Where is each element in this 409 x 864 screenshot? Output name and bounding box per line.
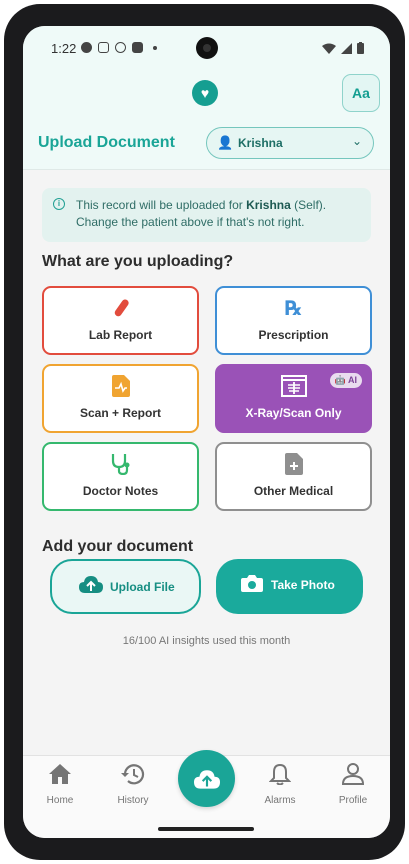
card-doctor-notes[interactable]: Doctor Notes <box>42 442 199 511</box>
card-label: Doctor Notes <box>82 484 159 498</box>
card-label: Prescription <box>258 328 329 342</box>
card-prescription[interactable]: ℞ Prescription <box>215 286 372 355</box>
rx-icon: ℞ <box>284 298 303 320</box>
info-patient-name: Krishna <box>246 198 291 212</box>
patient-name: Krishna <box>238 136 283 150</box>
test-tube-icon <box>44 297 197 325</box>
status-bar: 1:22 <box>23 26 390 72</box>
home-indicator[interactable] <box>158 827 254 831</box>
font-size-button[interactable]: Aa <box>342 74 380 112</box>
info-icon: i <box>53 198 65 210</box>
more-notifications-icon <box>153 45 157 50</box>
page-title: Upload Document <box>38 134 175 151</box>
signal-icon <box>341 42 352 54</box>
card-label: Scan + Report <box>79 406 162 420</box>
user-icon <box>323 763 383 792</box>
patient-selector[interactable]: 👤 Krishna ⌄ <box>206 127 374 159</box>
wifi-icon <box>322 43 336 54</box>
camera-icon <box>241 574 263 597</box>
volume-button <box>400 174 405 232</box>
battery-icon <box>357 42 364 54</box>
cloud-upload-icon <box>79 576 103 599</box>
add-document-title: Add your document <box>42 538 194 555</box>
app-screen: 1:22 ♥ Aa Upload Document 👤 Krishna ⌄ i … <box>23 26 390 838</box>
card-other-medical[interactable]: Other Medical <box>215 442 372 511</box>
status-notification-icons <box>81 42 157 53</box>
upload-fab-button[interactable] <box>178 750 235 807</box>
phone-frame: 1:22 ♥ Aa Upload Document 👤 Krishna ⌄ i … <box>4 4 405 860</box>
upload-type-title: What are you uploading? <box>42 253 234 270</box>
stethoscope-icon <box>44 453 197 481</box>
card-lab-report[interactable]: Lab Report <box>42 286 199 355</box>
bottom-navigation: Home History Alarms Profile <box>23 750 390 838</box>
app-notification-icon <box>81 42 92 53</box>
nav-alarms[interactable]: Alarms <box>250 763 310 806</box>
card-scan-report[interactable]: Scan + Report <box>42 364 199 433</box>
nav-profile[interactable]: Profile <box>323 763 383 806</box>
card-label: Other Medical <box>253 484 334 498</box>
history-icon <box>103 763 163 792</box>
status-time: 1:22 <box>51 41 77 56</box>
user-check-icon: 👤 <box>217 135 234 150</box>
front-camera <box>196 37 218 59</box>
file-pulse-icon <box>44 375 197 403</box>
file-plus-icon <box>217 453 370 481</box>
card-xray-scan-only[interactable]: 🤖 AI X-Ray/Scan Only <box>215 364 372 433</box>
xray-icon <box>217 375 370 403</box>
upload-file-button[interactable]: Upload File <box>50 559 201 614</box>
upload-file-label: Upload File <box>110 580 175 594</box>
nav-label: Alarms <box>264 795 296 806</box>
shield-notification-icon <box>115 42 126 53</box>
chevron-down-icon: ⌄ <box>351 134 362 148</box>
cloud-upload-icon <box>193 770 220 789</box>
card-label: X-Ray/Scan Only <box>245 406 342 420</box>
nav-label: Home <box>46 795 74 806</box>
heart-pulse-icon: ♥ <box>192 80 218 106</box>
info-text: This record will be uploaded for Krishna… <box>76 198 327 229</box>
nav-home[interactable]: Home <box>30 763 90 806</box>
nav-label: Profile <box>338 795 368 806</box>
info-banner: i This record will be uploaded for Krish… <box>42 188 371 242</box>
status-system-icons <box>322 42 364 54</box>
bell-icon <box>250 763 310 792</box>
nav-label: History <box>117 795 149 806</box>
nav-history[interactable]: History <box>103 763 163 806</box>
app-header: ♥ Aa Upload Document 👤 Krishna ⌄ <box>23 72 390 170</box>
power-button <box>400 254 405 292</box>
take-photo-label: Take Photo <box>271 578 335 592</box>
copy-notification-icon <box>98 42 109 53</box>
take-photo-button[interactable]: Take Photo <box>216 559 363 614</box>
card-label: Lab Report <box>88 328 153 342</box>
sim-notification-icon <box>132 42 143 53</box>
home-icon <box>30 763 90 792</box>
ai-usage-text: 16/100 AI insights used this month <box>122 635 291 647</box>
